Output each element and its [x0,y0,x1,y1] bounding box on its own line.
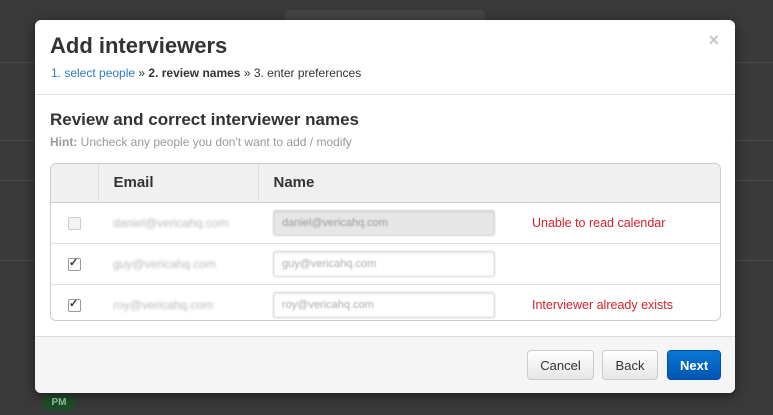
back-button[interactable]: Back [602,350,658,380]
header-name: Name [258,164,720,203]
header-checkbox-column [51,164,99,203]
close-icon[interactable]: × [708,31,719,49]
row-email: roy@vericahq.com [113,297,214,312]
next-button[interactable]: Next [667,350,721,380]
step-review-names-current: 2. review names [148,66,241,80]
row-status [496,243,720,285]
name-input[interactable] [273,250,495,277]
add-interviewers-dialog: Add interviewers × 1. select people » 2.… [35,20,735,393]
hint-label: Hint: [50,135,78,149]
name-input[interactable] [273,291,495,318]
cancel-button[interactable]: Cancel [527,350,594,380]
table-row: roy@vericahq.com Interviewer already exi… [51,284,720,320]
dialog-body: Review and correct interviewer names Hin… [50,95,721,321]
row-email: daniel@vericahq.com [113,215,229,230]
step-separator: » [240,66,254,80]
table-row: daniel@vericahq.com Unable to read calen… [51,202,720,244]
row-checkbox[interactable] [68,216,81,230]
hint-body: Uncheck any people you don't want to add… [77,135,352,149]
table-row: guy@vericahq.com [51,243,720,285]
step-enter-preferences: 3. enter preferences [253,66,362,80]
row-status-error: Interviewer already exists [532,297,674,312]
step-select-people-link[interactable]: 1. select people [51,66,135,80]
step-separator: » [135,66,149,80]
row-email: guy@vericahq.com [113,256,216,271]
row-status-error: Unable to read calendar [496,202,720,244]
table-header-row: Email Name [51,164,720,203]
section-title: Review and correct interviewer names [50,110,359,129]
wizard-steps: 1. select people » 2. review names » 3. … [51,66,361,80]
row-checkbox[interactable] [68,297,81,312]
dialog-header: Add interviewers × 1. select people » 2.… [35,20,735,95]
interviewers-table: Email Name daniel@vericahq.com Unable to… [50,163,721,321]
dialog-footer: Cancel Back Next [35,336,735,393]
header-email: Email [98,164,259,203]
hint-text: Hint: Uncheck any people you don't want … [50,135,720,149]
dialog-title: Add interviewers [50,33,228,58]
background-pm-badge: PM [42,394,76,411]
row-checkbox[interactable] [68,256,81,271]
name-input[interactable] [273,209,495,236]
